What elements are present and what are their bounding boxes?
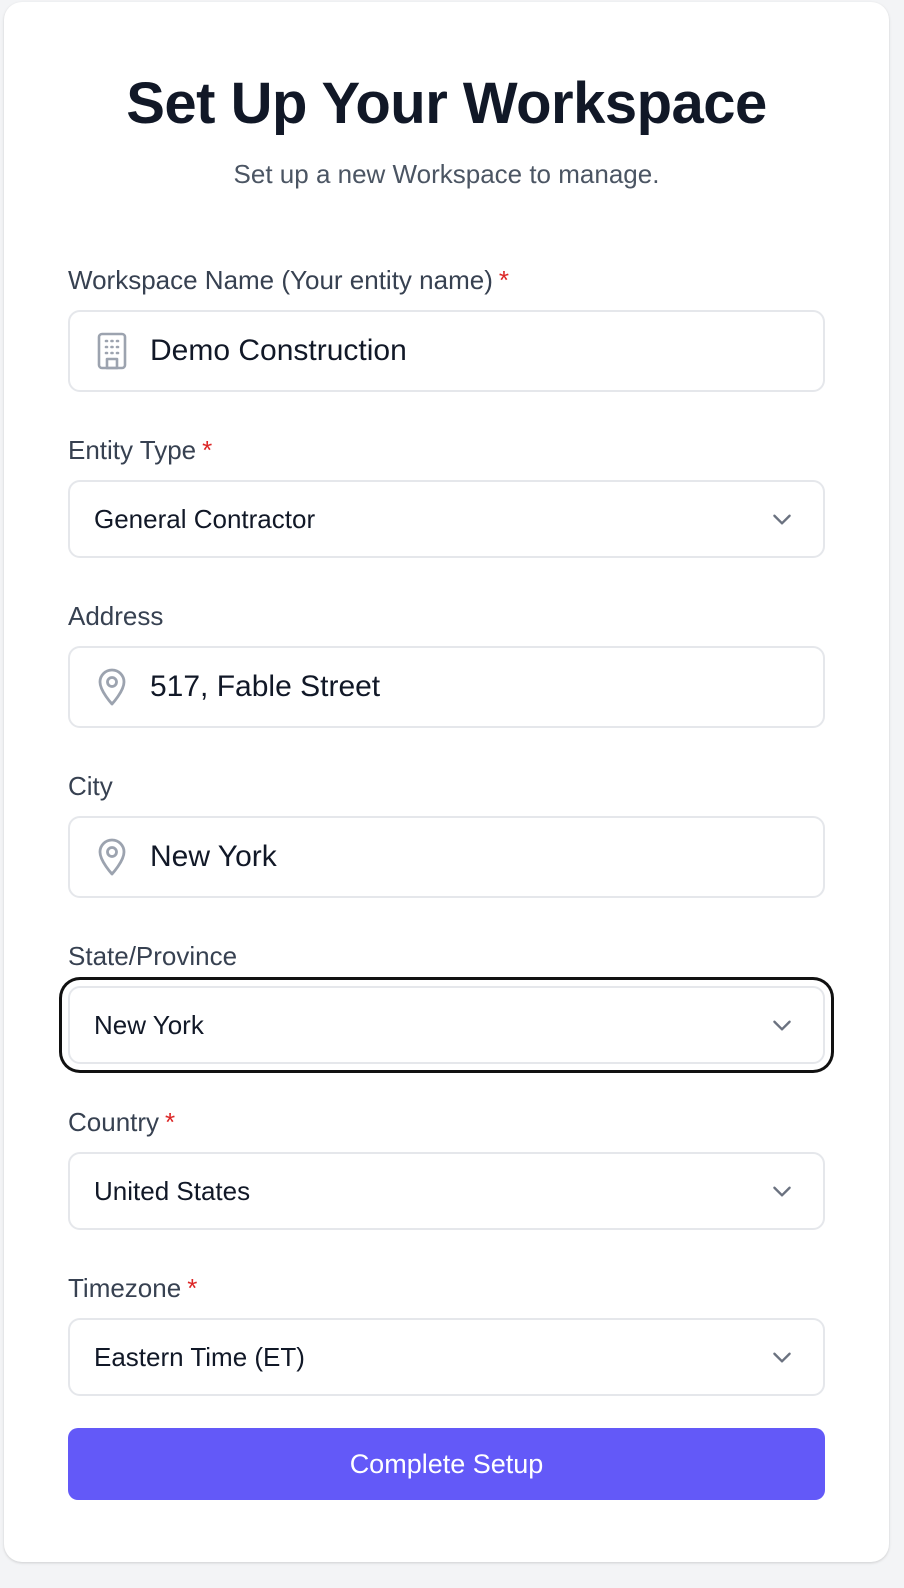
city-value: New York: [150, 840, 277, 873]
required-asterisk: *: [202, 435, 213, 465]
chevron-down-icon: [773, 1020, 791, 1031]
workspace-name-label: Workspace Name (Your entity name) *: [68, 263, 509, 297]
setup-card: Set Up Your Workspace Set up a new Works…: [4, 2, 889, 1562]
address-label-text: Address: [68, 601, 164, 631]
address-input[interactable]: 517, Fable Street: [68, 646, 825, 728]
city-label: City: [68, 769, 113, 803]
entity-type-label-text: Entity Type: [68, 435, 197, 465]
address-label: Address: [68, 599, 163, 633]
page-subtitle: Set up a new Workspace to manage.: [233, 159, 660, 189]
entity-type-select[interactable]: General Contractor: [68, 480, 825, 558]
chevron-down-icon: [773, 1186, 791, 1197]
page-title: Set Up Your Workspace: [126, 71, 767, 136]
country-label: Country *: [68, 1105, 175, 1139]
required-asterisk: *: [187, 1273, 198, 1303]
chevron-down-icon: [773, 1352, 791, 1363]
entity-type-value: General Contractor: [94, 504, 316, 534]
required-asterisk: *: [165, 1107, 176, 1137]
city-label-text: City: [68, 771, 113, 801]
timezone-label: Timezone *: [68, 1271, 197, 1305]
state-label-text: State/Province: [68, 941, 238, 971]
address-value: 517, Fable Street: [150, 670, 381, 703]
state-select[interactable]: New York: [68, 986, 825, 1064]
map-pin-icon: [94, 667, 130, 707]
state-value: New York: [94, 1010, 204, 1040]
required-asterisk: *: [498, 265, 509, 295]
workspace-name-label-text: Workspace Name (Your entity name): [68, 265, 493, 295]
entity-type-label: Entity Type *: [68, 433, 212, 467]
country-label-text: Country: [68, 1107, 160, 1137]
chevron-down-icon: [773, 514, 791, 525]
building-icon: [94, 331, 130, 371]
state-label: State/Province: [68, 939, 237, 973]
workspace-name-value: Demo Construction: [150, 334, 407, 367]
timezone-select[interactable]: Eastern Time (ET): [68, 1318, 825, 1396]
timezone-value: Eastern Time (ET): [94, 1342, 305, 1372]
country-select[interactable]: United States: [68, 1152, 825, 1230]
map-pin-icon: [94, 837, 130, 877]
city-input[interactable]: New York: [68, 816, 825, 898]
complete-setup-button[interactable]: Complete Setup: [68, 1428, 825, 1500]
timezone-label-text: Timezone: [68, 1273, 182, 1303]
workspace-name-input[interactable]: Demo Construction: [68, 310, 825, 392]
country-value: United States: [94, 1176, 251, 1206]
